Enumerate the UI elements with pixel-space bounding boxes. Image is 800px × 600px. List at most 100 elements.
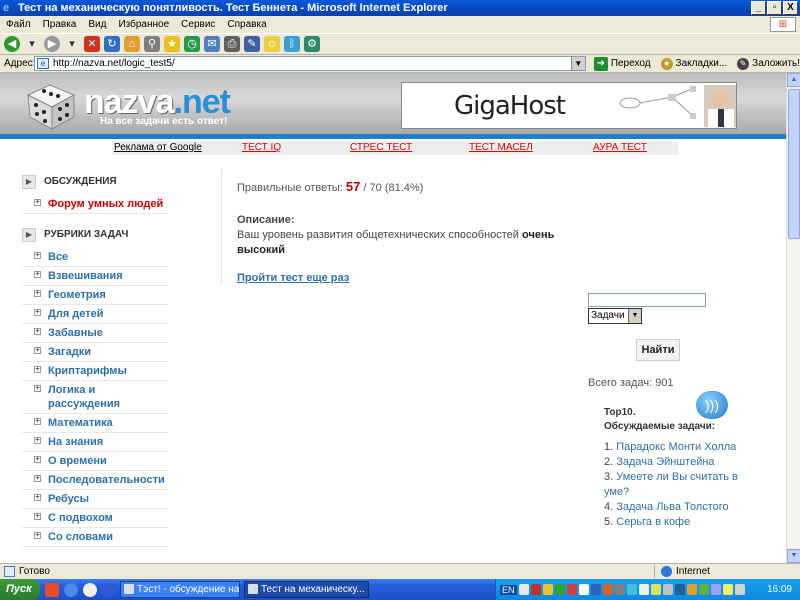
tray-icon[interactable]	[686, 584, 697, 595]
menu-tools[interactable]: Сервис	[181, 16, 215, 33]
sidebar-item-kids[interactable]: + Для детей	[22, 305, 168, 324]
scroll-down-icon[interactable]: ▼	[787, 549, 800, 563]
scroll-up-icon[interactable]: ▲	[787, 73, 800, 87]
sidebar-item-cryptarithms[interactable]: + Криптарифмы	[22, 362, 168, 381]
discussions-heading: ▶ ОБСУЖДЕНИЯ	[22, 173, 222, 191]
top10-link[interactable]: Серьга в кофе	[616, 516, 690, 528]
close-button[interactable]: X	[783, 1, 798, 15]
sidebar-item-funny[interactable]: + Забавные	[22, 324, 168, 343]
address-input[interactable]: e http://nazva.net/logic_test5/ ▼	[34, 56, 586, 71]
status-left: Готово	[4, 564, 50, 579]
tray-icon[interactable]	[662, 584, 673, 595]
media-player-icon[interactable]	[83, 582, 97, 597]
sidebar-item-all[interactable]: + Все	[22, 248, 168, 267]
edit-icon[interactable]: ✎	[244, 36, 260, 52]
chevron-down-icon[interactable]: ▾	[64, 36, 80, 52]
tray-icon[interactable]	[530, 584, 541, 595]
tray-icon[interactable]	[710, 584, 721, 595]
tray-icon[interactable]	[650, 584, 661, 595]
top10-link[interactable]: Задача Эйнштейна	[616, 456, 714, 468]
menu-file[interactable]: Файл	[6, 16, 31, 33]
go-button[interactable]: ➜ Переход	[593, 56, 651, 71]
home-icon[interactable]: ⌂	[124, 36, 140, 52]
maximize-button[interactable]: ▫	[767, 1, 782, 15]
start-button[interactable]: Пуск	[0, 579, 40, 600]
ie-icon: e	[3, 2, 10, 14]
sidebar-item-math[interactable]: + Математика	[22, 414, 168, 433]
address-label: Адрес:	[4, 58, 36, 69]
task-discussion[interactable]: Тэст! - обсуждение на ...	[120, 581, 240, 598]
category-select[interactable]: Задачи ▼	[588, 308, 642, 324]
tray-icon[interactable]	[554, 584, 565, 595]
forward-icon[interactable]: ▶	[44, 36, 60, 52]
tray-icon[interactable]	[698, 584, 709, 595]
find-button[interactable]: Найти	[636, 339, 680, 361]
show-desktop-icon[interactable]	[102, 582, 116, 597]
nav-stress-test[interactable]: СТРЕС ТЕСТ	[350, 141, 412, 155]
menu-view[interactable]: Вид	[88, 16, 106, 33]
top10-link[interactable]: Парадокс Монти Холла	[616, 441, 736, 453]
ie-quicklaunch-icon[interactable]	[64, 582, 78, 597]
tray-icon[interactable]	[734, 584, 745, 595]
tray-icon[interactable]	[626, 584, 637, 595]
menu-favorites[interactable]: Избранное	[118, 16, 169, 33]
tray-icon[interactable]	[566, 584, 577, 595]
nav-oil-test[interactable]: ТЕСТ МАСЕЛ	[469, 141, 533, 155]
menu-edit[interactable]: Правка	[43, 16, 77, 33]
nav-iq-test[interactable]: ТЕСТ IQ	[242, 141, 281, 155]
chevron-down-icon[interactable]: ▾	[24, 36, 40, 52]
tray-icon[interactable]	[638, 584, 649, 595]
sidebar-item-words[interactable]: + Со словами	[22, 528, 168, 547]
search-icon[interactable]: ⚲	[144, 36, 160, 52]
chevron-down-icon[interactable]: ▼	[628, 309, 641, 323]
sidebar-item-time[interactable]: + О времени	[22, 452, 168, 471]
sidebar-item-rebuses[interactable]: + Ребусы	[22, 490, 168, 509]
sidebar-item-sequences[interactable]: + Последовательности	[22, 471, 168, 490]
tray-icon[interactable]	[602, 584, 613, 595]
gigahost-banner[interactable]: GigaHost	[401, 82, 737, 129]
search-input[interactable]	[588, 293, 706, 307]
history-icon[interactable]: ◷	[184, 36, 200, 52]
bookmarks-link[interactable]: ★ Закладки...	[660, 57, 727, 70]
task-current[interactable]: Тест на механическу...	[244, 581, 369, 598]
tools-icon[interactable]: ⚙	[304, 36, 320, 52]
top10-link[interactable]: Умеете ли Вы считать в уме?	[604, 471, 738, 498]
tray-icon[interactable]	[674, 584, 685, 595]
tray-icon[interactable]	[614, 584, 625, 595]
tray-icon[interactable]	[578, 584, 589, 595]
minimize-button[interactable]: _	[751, 1, 766, 15]
sidebar-item-riddles[interactable]: + Загадки	[22, 343, 168, 362]
tray-icon[interactable]	[590, 584, 601, 595]
plus-icon: +	[34, 513, 41, 520]
refresh-icon[interactable]: ↻	[104, 36, 120, 52]
chevron-down-icon[interactable]: ▼	[570, 57, 585, 70]
sidebar-item-logic[interactable]: + Логика и рассуждения	[22, 381, 168, 414]
scroll-thumb[interactable]	[788, 89, 800, 239]
sidebar-item-weighing[interactable]: + Взвешивания	[22, 267, 168, 286]
tray-icon[interactable]	[518, 584, 529, 595]
retry-test-link[interactable]: Пройти тест еще раз	[237, 272, 587, 284]
bookmark-add-link[interactable]: ✎ Заложить!	[737, 57, 800, 70]
favorites-icon[interactable]: ★	[164, 36, 180, 52]
language-indicator[interactable]: EN	[500, 584, 517, 595]
vertical-scrollbar[interactable]: ▲ ▼	[786, 73, 800, 563]
back-icon[interactable]: ◀	[4, 36, 20, 52]
quicklaunch-icon[interactable]	[45, 582, 59, 597]
tray-icon[interactable]	[542, 584, 553, 595]
plus-icon: +	[34, 418, 41, 425]
sidebar-item-tricky[interactable]: + С подвохом	[22, 509, 168, 528]
mail-icon[interactable]: ✉	[204, 36, 220, 52]
messenger-icon[interactable]: ☺	[264, 36, 280, 52]
tray-icon[interactable]	[722, 584, 733, 595]
nav-aura-test[interactable]: АУРА ТЕСТ	[593, 141, 647, 155]
menu-help[interactable]: Справка	[227, 16, 266, 33]
print-icon[interactable]: ⎙	[224, 36, 240, 52]
sidebar-item-knowledge[interactable]: + На знания	[22, 433, 168, 452]
sidebar-item-forum[interactable]: + Форум умных людей	[22, 195, 168, 214]
stop-icon[interactable]: ✕	[84, 36, 100, 52]
bluetooth-icon[interactable]: ᛒ	[284, 36, 300, 52]
nav-google-ads[interactable]: Реклама от Google	[114, 141, 202, 155]
address-url[interactable]: http://nazva.net/logic_test5/	[53, 58, 175, 69]
sidebar-item-geometry[interactable]: + Геометрия	[22, 286, 168, 305]
top10-link[interactable]: Задача Льва Толстого	[616, 501, 728, 513]
